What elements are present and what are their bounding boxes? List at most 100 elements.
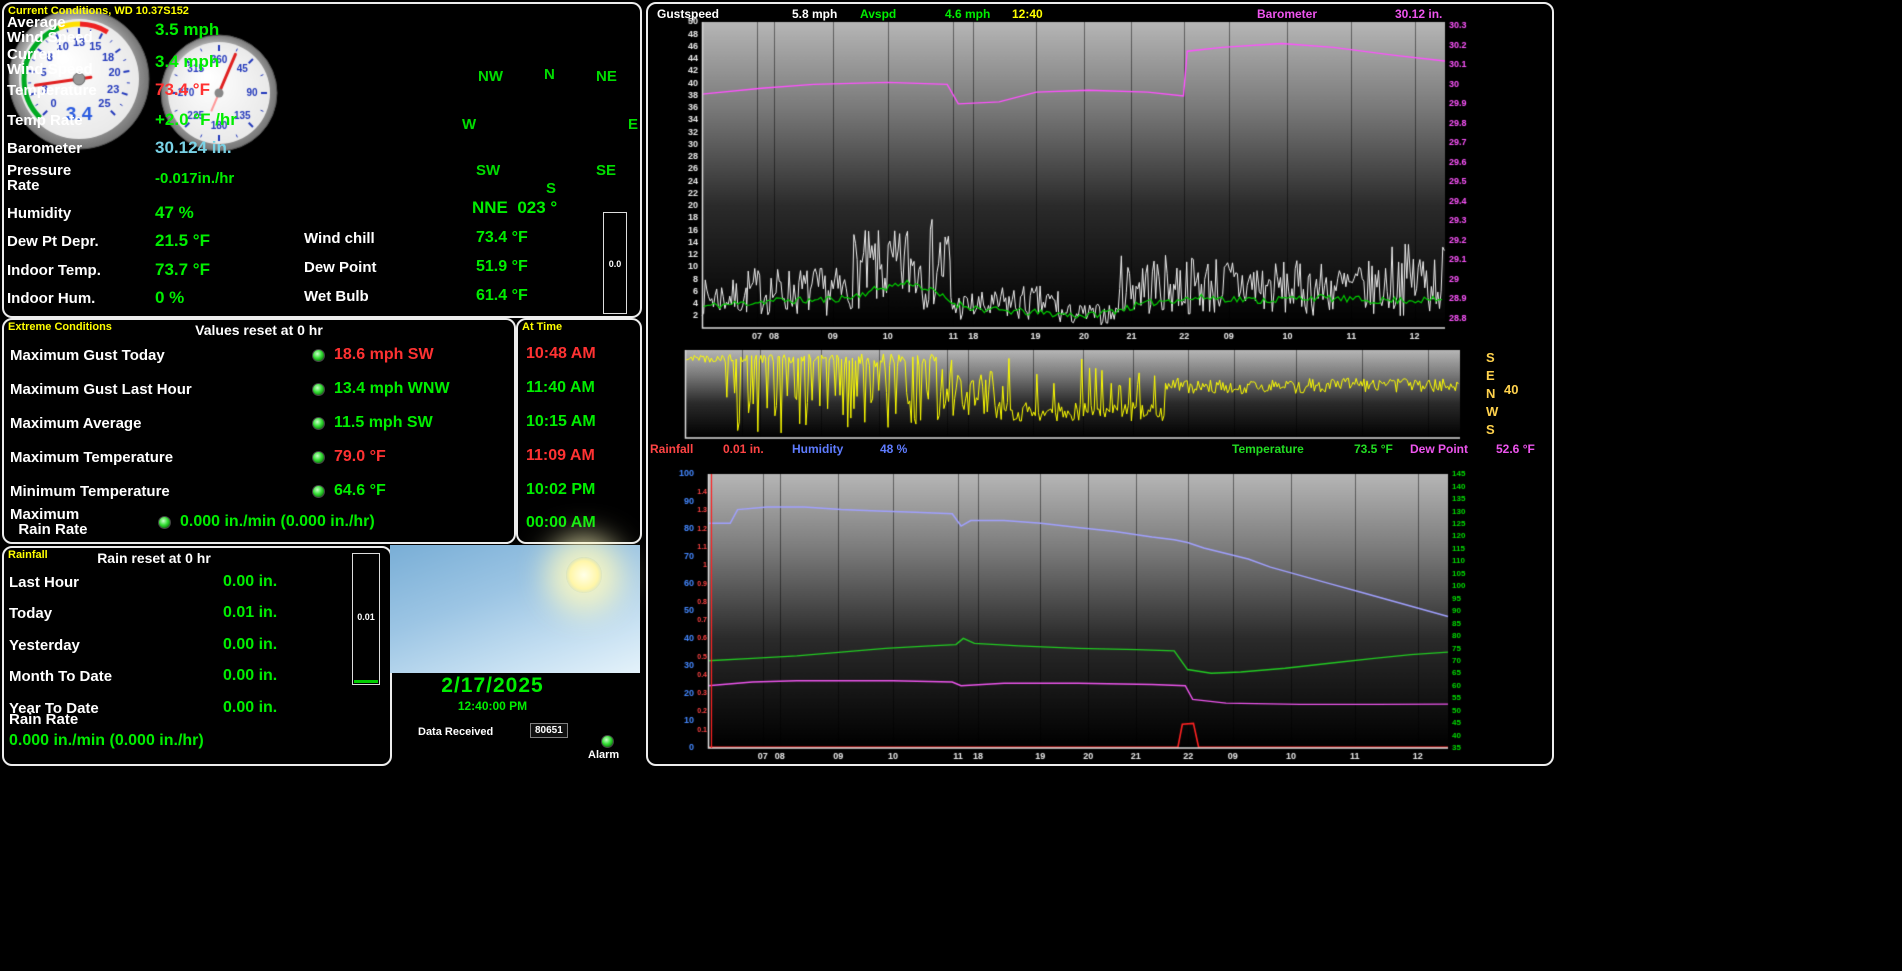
wind-chill-row: Wind chill 73.4 °F: [304, 228, 528, 248]
max-rain-rate-row: Maximum Rain Rate 0.000 in./min (0.000 i…: [10, 506, 375, 538]
status-led: [158, 516, 171, 529]
max-average-label: Maximum Average: [10, 416, 312, 431]
max-temp-label: Maximum Temperature: [10, 450, 312, 465]
max-gust-hour-row: Maximum Gust Last Hour 13.4 mph WNW: [10, 379, 450, 399]
max-gust-today-label: Maximum Gust Today: [10, 348, 312, 363]
humidity-value: 47 %: [155, 203, 194, 223]
humidity-row: Humidity 47 %: [7, 203, 194, 223]
rain-last-hour-value: 0.00 in.: [223, 573, 277, 591]
max-gust-hour-time: 11:40 AM: [526, 379, 595, 397]
alarm-label: Alarm: [588, 749, 619, 761]
current-wind-value: 3.4 mph: [155, 52, 219, 72]
rain-year-value: 0.00 in.: [223, 699, 277, 717]
rain-today-value: 0.01 in.: [223, 604, 277, 622]
dew-depression-label: Dew Pt Depr.: [7, 234, 155, 249]
compass-letter-s: S: [546, 180, 556, 197]
rain-rate-value: 0.000 in./min (0.000 in./hr): [9, 732, 204, 750]
dir-average-value: 40: [1504, 382, 1518, 397]
max-gust-today-time: 10:48 AM: [526, 345, 596, 363]
dir-axis-letter-w: W: [1486, 404, 1498, 419]
pressure-rate-label: Pressure Rate: [7, 163, 155, 193]
humidity-temperature-rain-chart[interactable]: [652, 460, 1492, 762]
wind-run-bar-value: 0.0: [604, 259, 626, 269]
humidity-chart-value: 48 %: [880, 442, 907, 456]
extreme-conditions-panel: Extreme Conditions Values reset at 0 hr …: [2, 318, 516, 544]
dir-axis-letter-s2: S: [1486, 422, 1495, 437]
rain-month-value: 0.00 in.: [223, 667, 277, 685]
wind-chill-value: 73.4 °F: [476, 229, 528, 247]
barometer-label: Barometer: [7, 141, 155, 156]
temperature-chart-label: Temperature: [1232, 442, 1304, 456]
wind-run-bar: 0.0: [603, 212, 627, 314]
data-received-counter: 80651: [530, 723, 568, 738]
temp-rate-row: Temp Rate +2.0 °F /hr: [7, 110, 237, 130]
avg-wind-value: 3.5 mph: [155, 20, 219, 40]
max-average-value: 11.5 mph SW: [334, 414, 433, 432]
compass-letter-nw: NW: [478, 68, 503, 85]
max-rain-rate-label: Maximum Rain Rate: [10, 507, 158, 537]
max-temp-row: Maximum Temperature 79.0 °F: [10, 447, 386, 467]
status-led: [312, 417, 325, 430]
max-average-time: 10:15 AM: [526, 413, 596, 431]
wind-chill-label: Wind chill: [304, 230, 476, 247]
wind-barometer-chart[interactable]: [652, 18, 1482, 344]
at-time-title: At Time: [522, 321, 562, 333]
rain-bar-gauge: 0.01: [352, 553, 380, 685]
indoor-humidity-label: Indoor Hum.: [7, 291, 155, 306]
max-gust-hour-label: Maximum Gust Last Hour: [10, 382, 312, 397]
alarm-led[interactable]: [601, 735, 614, 748]
avg-wind-label: Average Wind Speed: [7, 15, 155, 45]
dew-point-value: 51.9 °F: [476, 258, 528, 276]
sky-condition-image: [390, 545, 640, 673]
humidity-label: Humidity: [7, 206, 155, 221]
dew-point-row: Dew Point 51.9 °F: [304, 257, 528, 277]
min-temp-time: 10:02 PM: [526, 481, 595, 499]
dew-depression-row: Dew Pt Depr. 21.5 °F: [7, 231, 210, 251]
dir-axis-letter-n: N: [1486, 386, 1495, 401]
compass-letter-w: W: [462, 116, 476, 133]
min-temp-value: 64.6 °F: [334, 482, 386, 500]
pressure-rate-value: -0.017in./hr: [155, 170, 234, 187]
rain-month-label: Month To Date: [9, 668, 223, 685]
current-date: 2/17/2025: [390, 674, 595, 698]
dew-depression-value: 21.5 °F: [155, 231, 210, 251]
min-temp-label: Minimum Temperature: [10, 484, 312, 499]
humidity-chart-label: Humidity: [792, 442, 843, 456]
compass-letter-e: E: [628, 116, 638, 133]
rainfall-subtitle: Rain reset at 0 hr: [4, 550, 304, 566]
at-time-panel: At Time 10:48 AM 11:40 AM 10:15 AM 11:09…: [516, 318, 642, 544]
barometer-value: 30.124 in.: [155, 138, 232, 158]
sun-icon: [566, 557, 602, 593]
dir-axis-letter-s1: S: [1486, 350, 1495, 365]
max-rain-rate-value: 0.000 in./min (0.000 in./hr): [180, 513, 375, 531]
current-conditions-panel: Current Conditions, WD 10.37S152 Average…: [2, 2, 642, 318]
dew-point-chart-value: 52.6 °F: [1496, 442, 1535, 456]
dew-point-label: Dew Point: [304, 259, 476, 276]
max-rain-rate-time: 00:00 AM: [526, 514, 596, 532]
compass-letter-ne: NE: [596, 68, 617, 85]
max-temp-value: 79.0 °F: [334, 448, 386, 466]
temperature-label: Temperature: [7, 83, 155, 98]
rain-rate-label: Rain Rate: [9, 711, 78, 728]
max-gust-hour-value: 13.4 mph WNW: [334, 380, 450, 398]
current-time: 12:40:00 PM: [390, 699, 595, 713]
indoor-humidity-value: 0 %: [155, 288, 184, 308]
rain-last-hour-label: Last Hour: [9, 574, 223, 591]
indoor-temp-label: Indoor Temp.: [7, 263, 155, 278]
rain-month-row: Month To Date 0.00 in.: [9, 666, 277, 686]
current-wind-label: Current Wind Speed: [7, 47, 155, 77]
indoor-humidity-row: Indoor Hum. 0 %: [7, 288, 184, 308]
charts-panel: Gustspeed 5.8 mph Avspd 4.6 mph 12:40 Ba…: [646, 2, 1554, 766]
rain-yesterday-label: Yesterday: [9, 637, 223, 654]
temp-rate-label: Temp Rate: [7, 113, 155, 128]
avg-wind-row: Average Wind Speed 3.5 mph: [7, 14, 219, 46]
data-received-label: Data Received: [418, 726, 493, 738]
temperature-chart-value: 73.5 °F: [1354, 442, 1393, 456]
indoor-temp-row: Indoor Temp. 73.7 °F: [7, 260, 210, 280]
max-temp-time: 11:09 AM: [526, 447, 595, 465]
temperature-row: Temperature 73.4 °F: [7, 80, 210, 100]
max-gust-today-row: Maximum Gust Today 18.6 mph SW: [10, 345, 434, 365]
wind-direction-chart[interactable]: [652, 348, 1482, 440]
status-led: [312, 349, 325, 362]
max-gust-today-value: 18.6 mph SW: [334, 346, 434, 364]
